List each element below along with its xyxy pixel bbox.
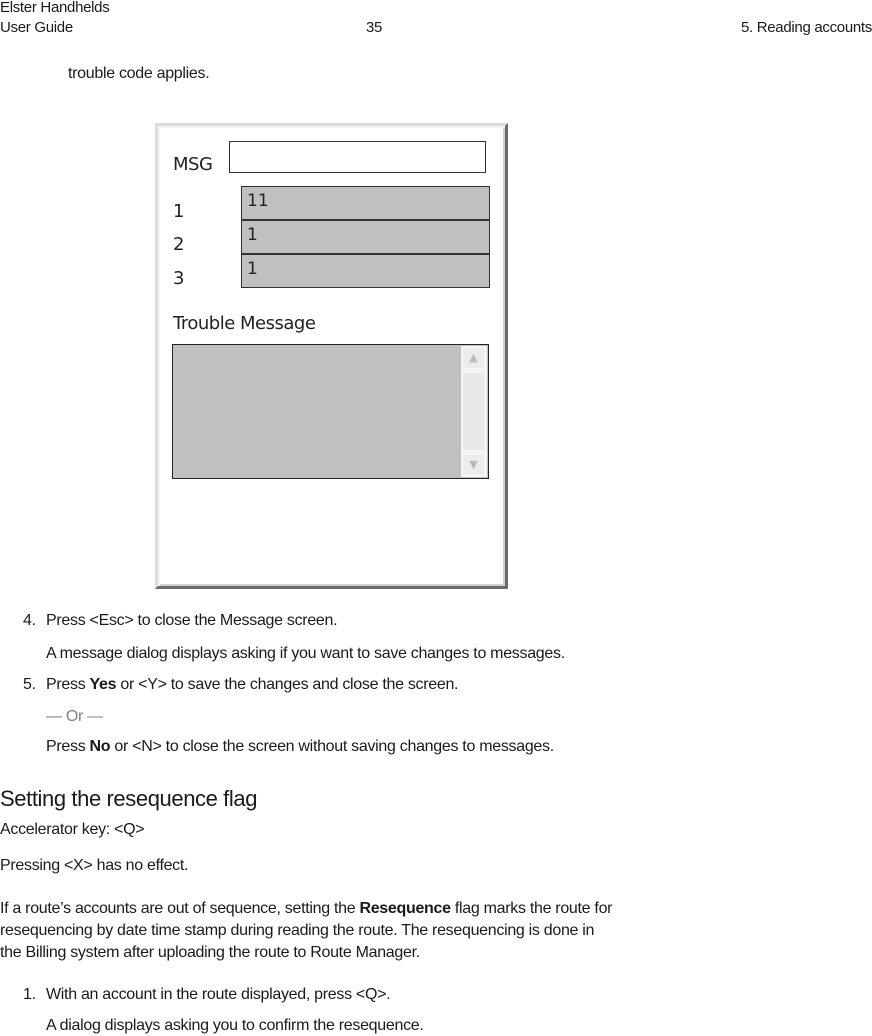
row-label: 2 <box>173 234 184 255</box>
trouble-message-textarea[interactable]: ▲ ▼ <box>172 344 489 479</box>
trouble-code-field-3[interactable]: 1 <box>241 254 490 288</box>
chevron-down-icon: ▼ <box>469 458 478 471</box>
or-separator: — Or — <box>46 708 103 725</box>
step-number: 4. <box>23 612 36 629</box>
trouble-code-field-1[interactable]: 11 <box>241 186 490 220</box>
paragraph-line: resequencing by date time stamp during r… <box>0 922 595 939</box>
msg-input[interactable] <box>229 141 486 173</box>
header-doc-title: User Guide <box>0 19 73 36</box>
step-5-text: Press Yes or <Y> to save the changes and… <box>46 675 459 695</box>
chevron-up-icon: ▲ <box>469 351 478 364</box>
row-label: 1 <box>173 201 184 222</box>
no-keyword: No <box>89 738 111 755</box>
yes-keyword: Yes <box>89 676 117 693</box>
header-page-number: 35 <box>366 19 383 36</box>
intro-text: trouble code applies. <box>68 65 210 82</box>
scroll-up-button[interactable]: ▲ <box>462 347 485 369</box>
step-number: 5. <box>23 676 36 693</box>
step-1-result: A dialog displays asking you to confirm … <box>46 1017 424 1034</box>
header-chapter: 5. Reading accounts <box>740 19 872 36</box>
accelerator-key: Accelerator key: <Q> <box>0 821 145 838</box>
paragraph-line: If a route’s accounts are out of sequenc… <box>0 899 613 919</box>
step-5-alt-text: Press No or <N> to close the screen with… <box>46 737 554 757</box>
header-product: Elster Handhelds <box>0 0 110 16</box>
step-1-text: With an account in the route displayed, … <box>46 986 391 1003</box>
text: Press <box>46 738 90 755</box>
scroll-down-button[interactable]: ▼ <box>462 454 485 476</box>
row-label: 3 <box>173 268 184 289</box>
paragraph-line: the Billing system after uploading the r… <box>0 944 420 961</box>
step-4-text: Press <Esc> to close the Message screen. <box>46 612 338 629</box>
trouble-message-label: Trouble Message <box>173 313 316 334</box>
text: flag marks the route for <box>450 900 613 917</box>
scrollbar-track[interactable] <box>462 372 485 451</box>
section-heading: Setting the resequence flag <box>0 786 258 811</box>
step-4-result: A message dialog displays asking if you … <box>46 645 565 662</box>
text: or <N> to close the screen without savin… <box>110 738 554 755</box>
step-number: 1. <box>23 986 36 1003</box>
text: Press <box>46 676 90 693</box>
vertical-scrollbar[interactable]: ▲ ▼ <box>461 346 487 477</box>
message-screen: MSG 1 11 2 1 3 1 Trouble Message ▲ ▼ <box>155 123 508 589</box>
text: or <Y> to save the changes and close the… <box>116 676 459 693</box>
x-key-note: Pressing <X> has no effect. <box>0 857 189 874</box>
resequence-keyword: Resequence <box>359 900 451 917</box>
trouble-code-field-2[interactable]: 1 <box>241 220 490 254</box>
text: If a route’s accounts are out of sequenc… <box>0 900 360 917</box>
msg-label: MSG <box>173 154 213 175</box>
